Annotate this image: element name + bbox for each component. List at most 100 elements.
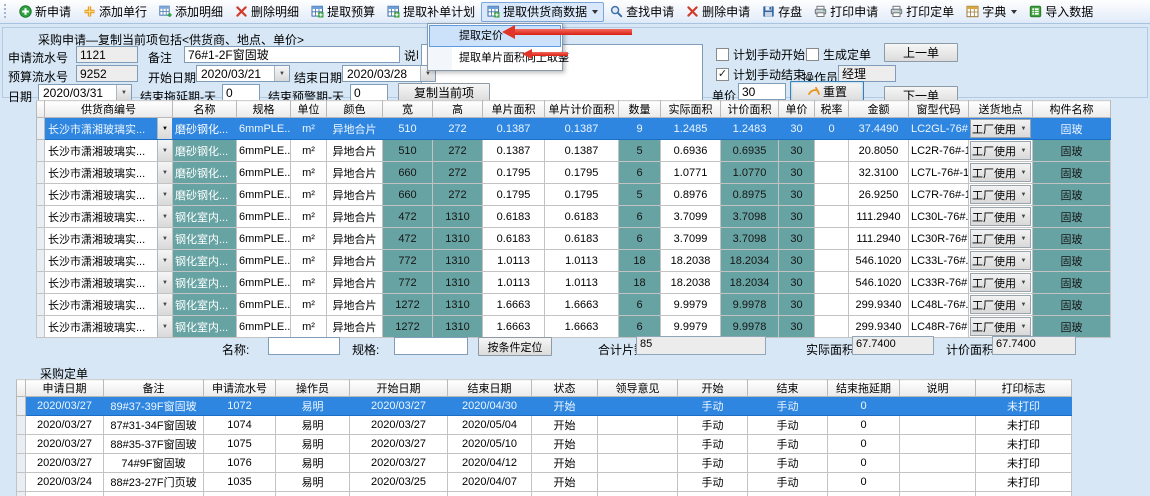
grid-cell[interactable]: 未打印 (976, 454, 1072, 473)
filter-name-input[interactable] (268, 337, 340, 355)
grid-cell[interactable]: 磨砂钢化... (173, 184, 237, 206)
grid-cell[interactable] (976, 492, 1072, 496)
grid-cell[interactable]: 1.0113 (483, 272, 545, 294)
grid-cell[interactable]: 1035 (204, 473, 276, 492)
column-header[interactable]: 实际面积 (661, 101, 721, 118)
end-date-picker[interactable]: 2020/03/28 ▼ (342, 65, 436, 82)
grid-cell[interactable]: 钢化室内... (173, 228, 237, 250)
table-row[interactable] (17, 492, 1072, 496)
grid-cell[interactable]: 6 (619, 316, 661, 338)
grid-cell[interactable]: 0.8975 (721, 184, 779, 206)
grid-cell[interactable]: 异地合片 (327, 316, 383, 338)
grid-cell[interactable]: 长沙市潇湘玻璃实...▼ (45, 272, 173, 294)
grid-cell[interactable]: 1272 (383, 316, 433, 338)
grid-cell[interactable]: 0.6183 (545, 228, 619, 250)
grid-cell[interactable]: 磨砂钢化... (173, 140, 237, 162)
grid-cell[interactable]: 1310 (433, 228, 483, 250)
grid-cell[interactable] (900, 397, 976, 416)
column-header[interactable]: 规格 (237, 101, 291, 118)
toolbar-grip[interactable] (4, 4, 9, 20)
grid-cell[interactable]: 6mmPLE... (237, 272, 291, 294)
grid-cell[interactable]: 6mmPLE... (237, 184, 291, 206)
grid-cell[interactable] (815, 206, 849, 228)
column-header[interactable]: 结束 (748, 380, 828, 397)
column-header[interactable]: 领导意见 (598, 380, 678, 397)
grid-cell[interactable]: 1075 (204, 435, 276, 454)
grid-cell[interactable]: 660 (383, 184, 433, 206)
grid-cell[interactable]: 1.6663 (483, 294, 545, 316)
grid-cell[interactable]: 手动 (748, 416, 828, 435)
grid-cell[interactable]: 1.6663 (545, 316, 619, 338)
grid-cell[interactable]: 钢化室内... (173, 272, 237, 294)
grid-cell[interactable]: 6mmPLE... (237, 118, 291, 140)
grid-cell[interactable]: 钢化室内... (173, 316, 237, 338)
grid-cell[interactable]: 1.6663 (545, 294, 619, 316)
extract-supplier-data-button[interactable]: 提取供货商数据 (481, 2, 604, 22)
grid-cell[interactable]: 18.2038 (661, 272, 721, 294)
grid-cell[interactable]: 89#37-39F窗固玻 (104, 397, 204, 416)
table-row[interactable]: 长沙市潇湘玻璃实...▼钢化室内...6mmPLE...m²异地合片772131… (37, 272, 1111, 294)
grid-cell[interactable]: 磨砂钢化... (173, 118, 237, 140)
grid-cell[interactable]: 固玻 (1033, 250, 1111, 272)
grid-cell[interactable]: 1272 (383, 294, 433, 316)
add-row-button[interactable]: 添加单行 (77, 2, 153, 22)
grid-cell[interactable]: 手动 (748, 454, 828, 473)
delivery-dropdown-button[interactable]: 工厂使用▼ (970, 317, 1031, 336)
grid-cell[interactable]: 0.6183 (483, 228, 545, 250)
table-row[interactable]: 长沙市潇湘玻璃实...▼钢化室内...6mmPLE...m²异地合片127213… (37, 294, 1111, 316)
grid-cell[interactable]: 6mmPLE... (237, 140, 291, 162)
grid-cell[interactable]: 546.1020 (849, 272, 909, 294)
grid-cell[interactable]: 固玻 (1033, 206, 1111, 228)
grid-cell[interactable] (815, 272, 849, 294)
grid-cell[interactable]: 开始 (532, 435, 598, 454)
grid-cell[interactable]: 钢化室内... (173, 206, 237, 228)
grid-cell[interactable]: 2020/03/27 (350, 397, 448, 416)
grid-cell[interactable] (900, 492, 976, 496)
column-header[interactable]: 开始日期 (350, 380, 448, 397)
grid-cell[interactable]: 6mmPLE... (237, 250, 291, 272)
grid-cell[interactable]: 易明 (276, 416, 350, 435)
grid-cell[interactable]: 1.0113 (545, 272, 619, 294)
grid-cell[interactable]: 2020/05/04 (448, 416, 532, 435)
grid-cell[interactable]: 88#23-27F门页玻 (104, 473, 204, 492)
grid-cell[interactable]: 开始 (532, 473, 598, 492)
grid-cell[interactable]: m² (291, 140, 327, 162)
delivery-dropdown-button[interactable]: 工厂使用▼ (970, 163, 1031, 182)
grid-cell[interactable]: 9 (619, 118, 661, 140)
grid-cell[interactable]: 手动 (748, 473, 828, 492)
column-header[interactable]: 宽 (383, 101, 433, 118)
app-no-field[interactable] (76, 46, 138, 63)
grid-cell[interactable]: 0.1387 (545, 140, 619, 162)
grid-cell[interactable]: 磨砂钢化... (173, 162, 237, 184)
grid-cell[interactable]: 30 (779, 184, 815, 206)
delivery-dropdown-button[interactable]: 工厂使用▼ (970, 119, 1031, 138)
grid-cell[interactable]: 手动 (678, 397, 748, 416)
reset-button[interactable]: 重置 (790, 81, 864, 102)
grid-cell[interactable]: 2020/03/27 (26, 416, 104, 435)
chevron-down-icon[interactable]: ▼ (157, 316, 172, 337)
grid-cell[interactable]: 易明 (276, 435, 350, 454)
column-header[interactable]: 结束日期 (448, 380, 532, 397)
chevron-down-icon[interactable]: ▼ (157, 228, 172, 249)
column-header[interactable]: 构件名称 (1033, 101, 1111, 118)
grid-cell[interactable]: 5 (619, 184, 661, 206)
grid-cell[interactable]: 0.1387 (483, 118, 545, 140)
column-header[interactable]: 说明 (900, 380, 976, 397)
grid-cell[interactable]: 工厂使用▼ (969, 162, 1033, 184)
import-data-button[interactable]: 导入数据 (1023, 2, 1099, 22)
table-row[interactable]: 2020/03/2788#35-37F窗固玻1075易明2020/03/2720… (17, 435, 1072, 454)
chevron-down-icon[interactable]: ▼ (157, 118, 172, 139)
grid-cell[interactable]: 18 (619, 250, 661, 272)
grid-cell[interactable]: 手动 (678, 435, 748, 454)
grid-cell[interactable]: 9.9979 (661, 294, 721, 316)
filter-spec-input[interactable] (394, 337, 468, 355)
column-header[interactable]: 打印标志 (976, 380, 1072, 397)
checkbox-icon[interactable] (716, 48, 729, 61)
grid-cell[interactable]: 6 (619, 294, 661, 316)
grid-cell[interactable]: 0.6935 (721, 140, 779, 162)
grid-cell[interactable]: 长沙市潇湘玻璃实...▼ (45, 228, 173, 250)
grid-cell[interactable]: 异地合片 (327, 206, 383, 228)
grid-cell[interactable]: 固玻 (1033, 184, 1111, 206)
delete-detail-button[interactable]: 删除明细 (229, 2, 305, 22)
grid-cell[interactable]: 2020/03/27 (350, 454, 448, 473)
